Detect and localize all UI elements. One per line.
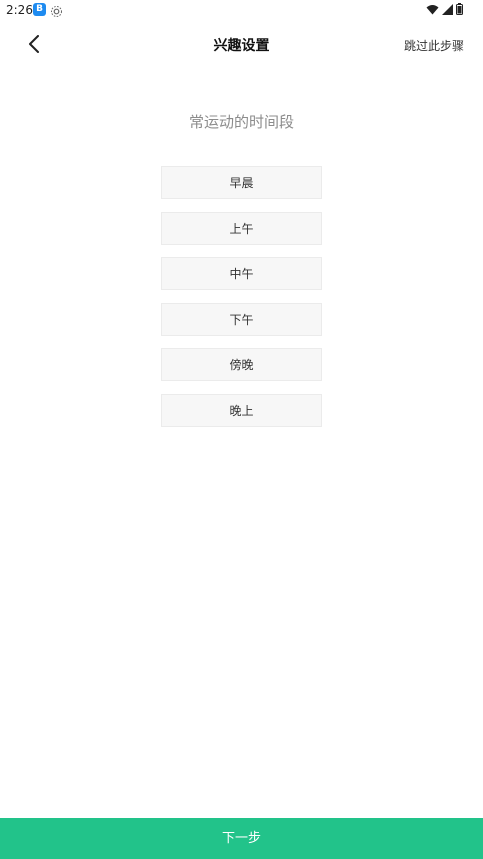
- settings-notification-icon: [50, 3, 63, 17]
- option-morning[interactable]: 早晨: [161, 166, 322, 199]
- status-bar: 2:26 B: [0, 0, 483, 20]
- status-indicators: [426, 3, 463, 16]
- signal-icon: [442, 0, 453, 19]
- option-evening[interactable]: 晚上: [161, 393, 322, 427]
- app-notification-icon: B: [33, 3, 46, 16]
- option-afternoon[interactable]: 下午: [161, 302, 322, 336]
- option-forenoon[interactable]: 上午: [161, 211, 322, 245]
- next-step-button[interactable]: 下一步: [0, 818, 483, 859]
- header: 兴趣设置 跳过此步骤: [0, 24, 483, 68]
- status-time: 2:26: [6, 3, 33, 17]
- wifi-icon: [426, 0, 439, 19]
- option-dusk[interactable]: 傍晚: [161, 348, 322, 382]
- battery-icon: [456, 0, 463, 19]
- skip-button[interactable]: 跳过此步骤: [404, 24, 464, 68]
- time-option-list: 早晨 上午 中午 下午 傍晚 晚上: [161, 166, 322, 440]
- section-title: 常运动的时间段: [188, 113, 294, 131]
- option-noon[interactable]: 中午: [161, 257, 322, 291]
